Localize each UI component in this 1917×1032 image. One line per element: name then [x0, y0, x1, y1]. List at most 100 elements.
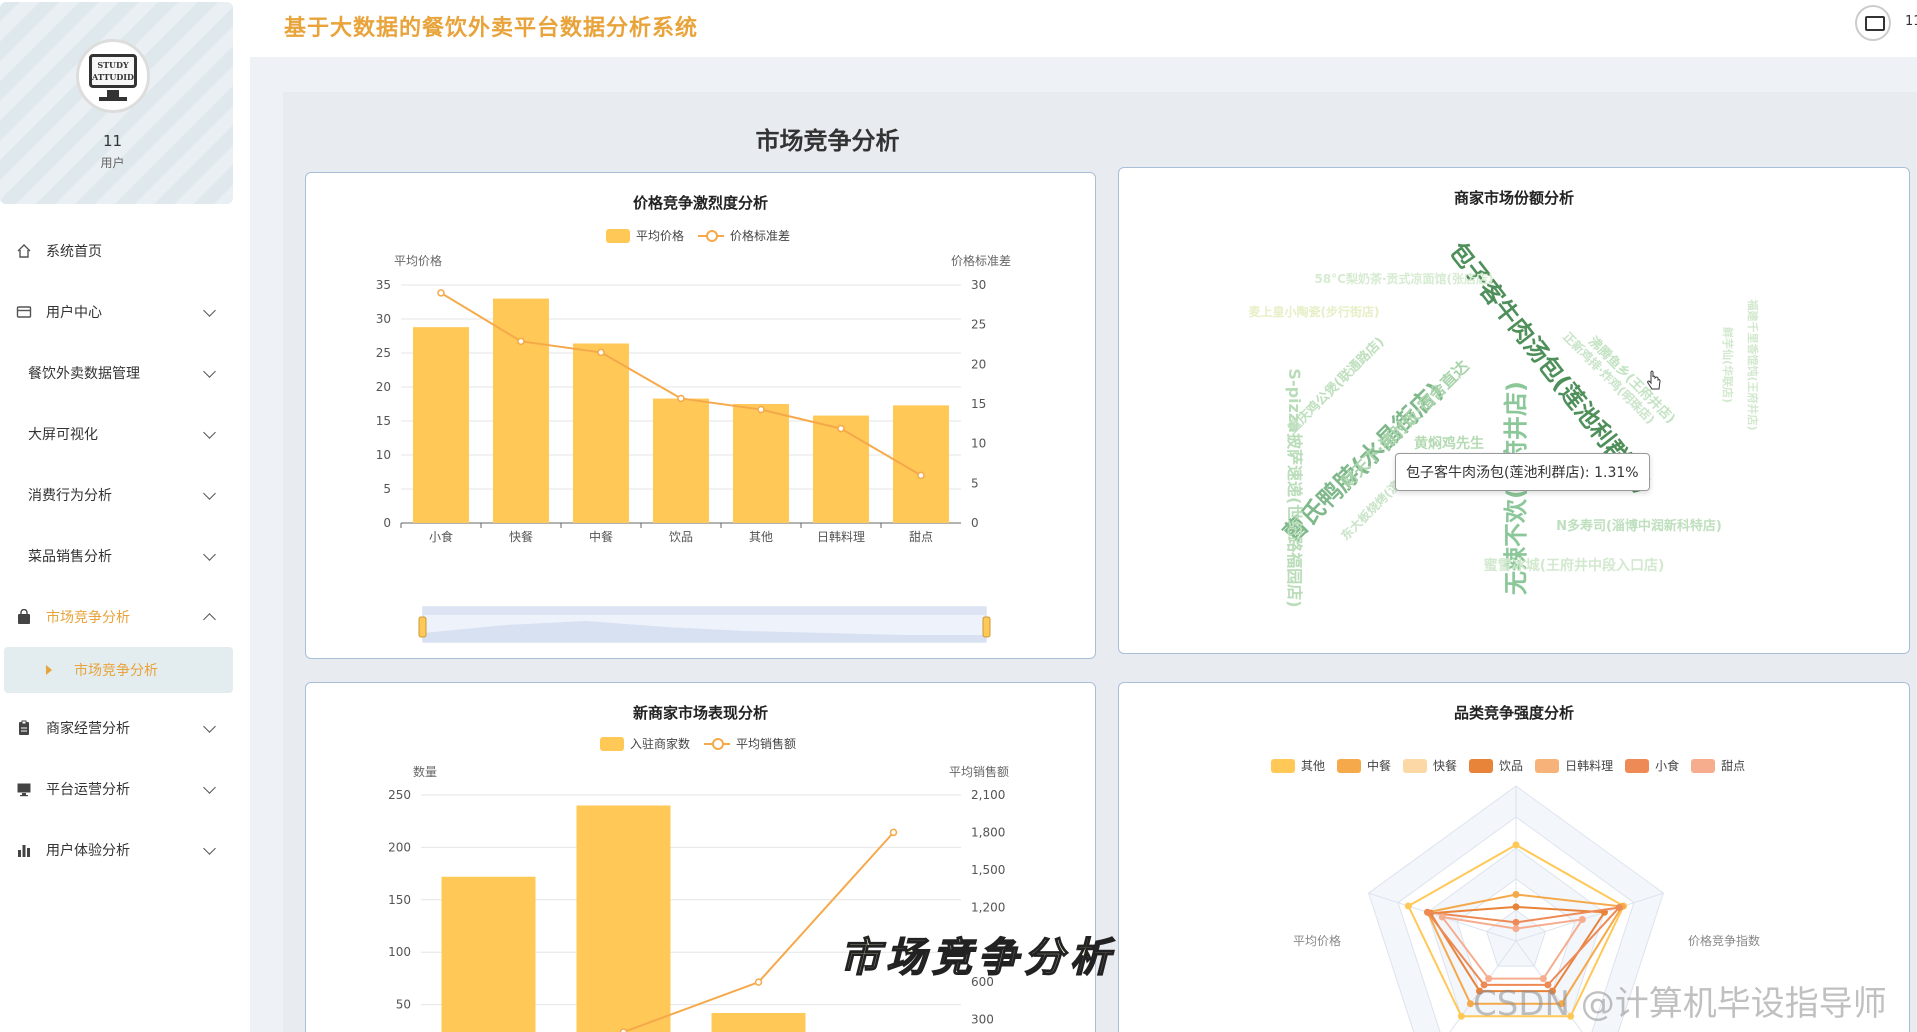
- line-point: [677, 394, 685, 403]
- y-tick-label: 100: [388, 945, 411, 959]
- y-right-tick-label: 1,200: [971, 900, 1005, 914]
- user-profile-card: STUDY ATTUDID 11 用户: [0, 2, 233, 204]
- header-avatar[interactable]: [1855, 5, 1891, 41]
- data-zoom-right-handle[interactable]: [982, 616, 991, 638]
- y-tick-label: 25: [376, 346, 391, 360]
- header-username[interactable]: 11: [1905, 14, 1917, 29]
- sidebar-item-label: 平台运营分析: [46, 781, 130, 798]
- clipboard-icon: [19, 720, 29, 735]
- radar-point: [1512, 925, 1520, 933]
- app-title: 基于大数据的餐饮外卖平台数据分析系统: [284, 16, 699, 41]
- caret-right-icon: [46, 665, 52, 675]
- line-point: [517, 337, 525, 346]
- price-competition-card: 价格竞争激烈度分析 平均价格 价格标准差 平均价格 价格标准差 0 5 10 15 20…: [305, 172, 1096, 659]
- y-tick-label: 200: [388, 840, 411, 854]
- home-icon: [17, 243, 31, 258]
- bar: [653, 398, 709, 523]
- sidebar-subitem-market-competition[interactable]: 市场竞争分析: [4, 647, 233, 693]
- sidebar-item-user-experience[interactable]: 用户体验分析: [0, 819, 250, 880]
- data-zoom-bar[interactable]: [423, 607, 986, 615]
- chevron-down-icon: [203, 548, 216, 561]
- sidebar-item-consumer-behavior[interactable]: 消费行为分析: [0, 464, 250, 525]
- bag-icon: [18, 608, 30, 624]
- chevron-down-icon: [203, 426, 216, 439]
- chevron-down-icon: [203, 365, 216, 378]
- radar-indicator-label: 平均价格: [1293, 933, 1341, 948]
- wordcloud-word[interactable]: 58°C梨奶茶·贡式凉面馆(张店店): [1314, 271, 1493, 286]
- sidebar-item-label: 消费行为分析: [28, 487, 112, 504]
- bar: [493, 298, 549, 523]
- wordcloud-word[interactable]: N多寿司(淄博中润新科特店): [1556, 518, 1722, 534]
- sidebar-item-big-screen[interactable]: 大屏可视化: [0, 403, 250, 464]
- line-point: [837, 424, 845, 433]
- sidebar-item-label: 菜品销售分析: [28, 548, 112, 565]
- sidebar-subitem-label: 市场竞争分析: [74, 663, 158, 679]
- sidebar-item-label: 系统首页: [46, 243, 102, 260]
- chevron-down-icon: [203, 487, 216, 500]
- sidebar-item-home[interactable]: 系统首页: [0, 220, 250, 281]
- chevron-down-icon: [203, 781, 216, 794]
- radar-point: [1578, 915, 1586, 923]
- y-right-tick-label: 300: [971, 1013, 994, 1027]
- bar: [413, 327, 469, 523]
- sidebar-item-user-center[interactable]: 用户中心: [0, 281, 250, 342]
- video-caption: 市场竞争分析: [839, 933, 1116, 982]
- y-tick-label: 35: [376, 278, 391, 292]
- page-title: 市场竞争分析: [755, 127, 900, 155]
- radar-point: [1615, 903, 1623, 911]
- sidebar-item-market-competition[interactable]: 市场竞争分析: [0, 586, 250, 647]
- sidebar-item-label: 用户体验分析: [46, 842, 130, 859]
- watermark: CSDN @计算机毕设指导师: [1473, 984, 1887, 1024]
- sidebar-item-merchant-operations[interactable]: 商家经营分析: [0, 697, 250, 758]
- y-right-tick-label: 10: [971, 437, 986, 451]
- y-right-tick-label: 1,500: [971, 863, 1005, 877]
- x-tick-label: 日韩料理: [817, 529, 865, 544]
- price-competition-chart: 平均价格 价格标准差 0 5 10 15 20 25 30 35 0 5 10 15 20 25 30 小食…: [376, 253, 1011, 643]
- wordcloud-word[interactable]: 福建千里香馄饨(王府井店): [1746, 298, 1760, 430]
- avatar[interactable]: STUDY ATTUDID: [76, 39, 150, 113]
- radar-point: [1512, 903, 1520, 911]
- sidebar-item-data-management[interactable]: 餐饮外卖数据管理: [0, 342, 250, 403]
- radar-point: [1438, 913, 1446, 921]
- y-axis-left-label: 平均价格: [394, 253, 442, 268]
- y-right-tick-label: 25: [971, 318, 986, 332]
- wordcloud-word[interactable]: 麦上皇小陶瓷(步行街店): [1249, 304, 1380, 319]
- y-right-tick-label: 0: [971, 516, 979, 530]
- sidebar-item-dish-sales[interactable]: 菜品销售分析: [0, 525, 250, 586]
- line-point: [597, 348, 605, 357]
- wordcloud-word[interactable]: 蜜雪冰城(王府井中段入口店): [1484, 557, 1665, 574]
- data-zoom-slider[interactable]: [418, 606, 991, 643]
- y-axis-right-label: 平均销售额: [949, 764, 1009, 779]
- chart-tooltip: 包子客牛肉汤包(莲池利群店): 1.31%: [1395, 453, 1650, 491]
- line-point: [757, 405, 765, 414]
- wordcloud-word[interactable]: 黄焖鸡先生: [1414, 435, 1484, 452]
- merchant-share-card: 商家市场份额分析 包子客牛肉汤包(莲池利群店)曹氏鸭脖(水晶街店)无辣不欢(王府…: [1118, 167, 1910, 654]
- wordcloud-word[interactable]: 鲜芋仙(华联店): [1721, 327, 1735, 403]
- data-zoom-left-handle[interactable]: [418, 616, 427, 638]
- x-tick-label: 中餐: [589, 529, 613, 544]
- bar: [441, 876, 536, 1032]
- x-tick-label: 饮品: [669, 530, 693, 544]
- y-tick-label: 150: [388, 893, 411, 907]
- sidebar-item-label: 大屏可视化: [28, 426, 98, 443]
- sidebar-item-label: 餐饮外卖数据管理: [28, 365, 140, 382]
- x-tick-label: 其他: [749, 530, 773, 544]
- y-tick-label: 30: [376, 312, 391, 326]
- wordcloud-word[interactable]: S-pizza披萨速递(世纪路福园店): [1285, 368, 1304, 607]
- chevron-down-icon: [203, 842, 216, 855]
- y-tick-label: 50: [396, 998, 411, 1012]
- sidebar-item-label: 市场竞争分析: [46, 609, 130, 626]
- line-point: [437, 289, 445, 297]
- y-right-tick-label: 1,800: [971, 825, 1005, 839]
- y-right-tick-label: 2,100: [971, 788, 1005, 802]
- x-tick-label: 甜点: [909, 530, 933, 544]
- y-tick-label: 0: [383, 516, 391, 530]
- monitor-icon: STUDY ATTUDID: [89, 54, 137, 88]
- chevron-down-icon: [203, 720, 216, 733]
- monitor-icon: [17, 783, 31, 796]
- radar-point: [1512, 891, 1520, 898]
- y-tick-label: 15: [376, 414, 391, 428]
- sidebar-item-platform-operations[interactable]: 平台运营分析: [0, 758, 250, 819]
- radar-point: [1512, 841, 1520, 849]
- y-tick-label: 5: [383, 482, 391, 496]
